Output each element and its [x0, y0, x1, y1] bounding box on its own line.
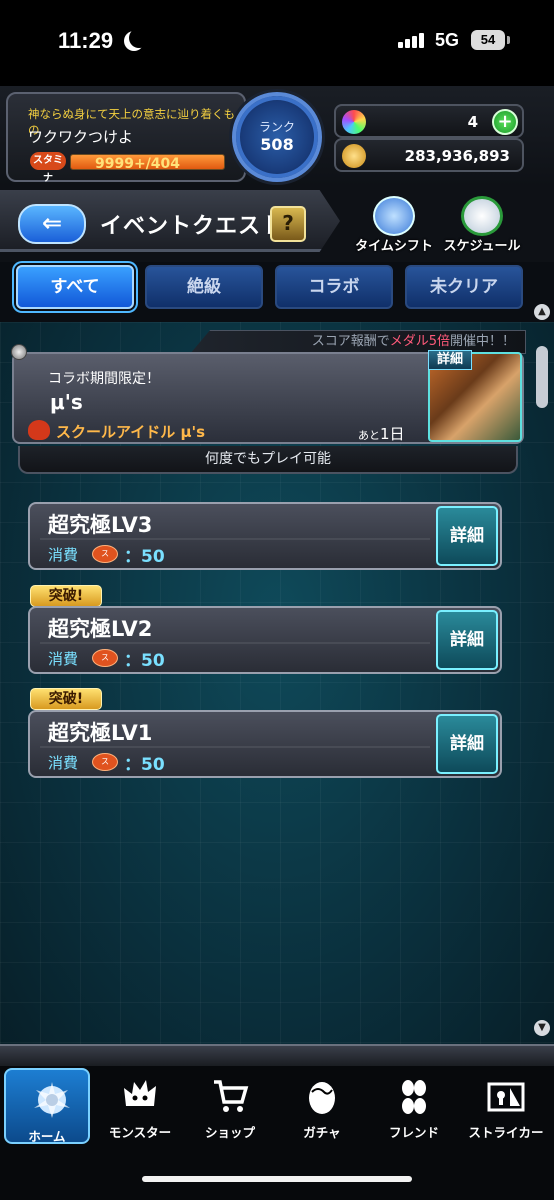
nav-monster[interactable]: モンスター — [94, 1066, 186, 1146]
pin-icon — [11, 344, 27, 360]
nav-gacha-label: ガチャ — [303, 1125, 341, 1140]
nav-home-label: ホーム — [28, 1129, 66, 1144]
nav-monster-label: モンスター — [108, 1125, 172, 1140]
orb-counter: 4 + — [334, 104, 524, 138]
quest-title: 超究極LV3 — [48, 513, 153, 537]
tab-uncleared[interactable]: 未クリア — [405, 265, 523, 309]
timeshift-icon — [373, 196, 415, 236]
back-button[interactable]: ⇐ — [18, 204, 86, 244]
stamina-value: 9999+/404 — [95, 156, 181, 172]
quest-cost-label: 消費 — [48, 754, 79, 772]
nav-home[interactable]: ホーム — [4, 1068, 90, 1144]
coin-counter: 283,936,893 — [334, 138, 524, 172]
striker-icon — [487, 1082, 525, 1112]
quest-item[interactable]: 超究極LV3 消費 ス ：50 詳細 — [28, 502, 502, 570]
quest-item[interactable]: 超究極LV1 消費 ス ：50 詳細 — [28, 710, 502, 778]
banner-prefix: スコア報酬で — [311, 334, 390, 349]
banner-highlight: メダル5倍 — [389, 334, 450, 349]
nav-striker-label: ストライカー — [468, 1125, 544, 1140]
stamina-icon: スタミナ — [30, 152, 66, 184]
time-value: 1日 — [380, 425, 405, 443]
timeshift-label: タイムシフト — [355, 239, 433, 254]
network-type: 5G — [435, 30, 460, 50]
stamina-icon: ス — [92, 545, 118, 563]
status-bar: 11:29 5G 54 — [0, 0, 554, 86]
home-indicator[interactable] — [142, 1176, 412, 1182]
signal-icon — [398, 32, 428, 48]
nav-striker[interactable]: ストライカー — [460, 1066, 552, 1146]
scroll-down-icon[interactable]: ▼ — [534, 1020, 550, 1036]
event-subtitle: コラボ期間限定！ — [48, 371, 160, 387]
coin-icon — [342, 144, 366, 168]
scroll-thumb[interactable] — [536, 346, 548, 408]
quest-divider — [40, 538, 430, 540]
event-detail-button[interactable]: 詳細 — [428, 350, 472, 370]
tab-all[interactable]: すべて — [16, 265, 134, 309]
help-button[interactable]: ? — [270, 206, 306, 242]
stamina-icon: ス — [92, 649, 118, 667]
tab-collab[interactable]: コラボ — [275, 265, 393, 309]
quest-title: 超究極LV1 — [48, 721, 153, 745]
home-icon — [34, 1082, 70, 1118]
rank-value: 508 — [260, 135, 294, 154]
quest-detail-button[interactable]: 詳細 — [436, 714, 498, 774]
banner-suffix: 開催中！！ — [449, 334, 515, 349]
gacha-egg-icon — [309, 1082, 335, 1114]
buy-orbs-button[interactable]: + — [492, 109, 518, 135]
battery-icon: 54 — [471, 30, 510, 50]
breakthrough-badge: 突破! — [30, 585, 102, 607]
status-time: 11:29 — [58, 28, 114, 53]
page-title: イベントクエスト — [100, 214, 285, 239]
nav-gacha[interactable]: ガチャ — [276, 1066, 368, 1146]
quest-cost: ：50 — [124, 651, 165, 671]
quest-divider — [40, 642, 430, 644]
nav-shop[interactable]: ショップ — [184, 1066, 276, 1146]
quest-cost: ：50 — [124, 755, 165, 775]
event-play-note: 何度でもプレイ可能 — [18, 446, 518, 474]
back-arrow-icon: ⇐ — [41, 209, 63, 237]
quest-cost-label: 消費 — [48, 546, 79, 564]
schedule-button[interactable]: スケジュール — [442, 192, 522, 258]
scroll-up-icon[interactable]: ▲ — [534, 304, 550, 320]
stamina-icon: ス — [92, 753, 118, 771]
player-name: ワクワクつけよ — [28, 128, 134, 146]
score-reward-banner: スコア報酬でメダル5倍開催中！！ — [190, 330, 526, 354]
orb-icon — [342, 110, 366, 134]
event-tag: スクールアイドル μ's — [56, 423, 206, 441]
timeshift-button[interactable]: タイムシフト — [354, 192, 434, 258]
bottom-frame — [0, 1044, 554, 1066]
quest-detail-button[interactable]: 詳細 — [436, 506, 498, 566]
quest-cost: ：50 — [124, 547, 165, 567]
event-name: μ's — [50, 390, 83, 414]
rank-badge[interactable]: ランク 508 — [232, 92, 322, 182]
friends-icon — [402, 1080, 426, 1114]
nav-friend-label: フレンド — [388, 1125, 439, 1140]
nav-friend[interactable]: フレンド — [368, 1066, 460, 1146]
quest-title: 超究極LV2 — [48, 617, 153, 641]
event-time-remaining: あと1日 — [358, 423, 405, 444]
cart-icon — [214, 1080, 249, 1112]
tab-zekkyu[interactable]: 絶級 — [145, 265, 263, 309]
quest-cost-label: 消費 — [48, 650, 79, 668]
devil-icon — [28, 420, 50, 440]
filter-tabs: すべて 絶級 コラボ 未クリア — [0, 262, 554, 322]
clock-icon — [461, 196, 503, 236]
breakthrough-badge: 突破! — [30, 688, 102, 710]
monster-icon — [124, 1080, 156, 1106]
quest-divider — [40, 746, 430, 748]
moon-icon — [129, 28, 149, 48]
quest-item[interactable]: 超究極LV2 消費 ス ：50 詳細 — [28, 606, 502, 674]
schedule-label: スケジュール — [443, 239, 521, 254]
scrollbar[interactable]: ▲ ▼ — [534, 304, 550, 1044]
time-prefix: あと — [358, 429, 380, 442]
coin-count: 283,936,893 — [404, 147, 510, 165]
orb-count: 4 — [467, 113, 478, 131]
quest-detail-button[interactable]: 詳細 — [436, 610, 498, 670]
rank-label: ランク — [258, 120, 295, 134]
nav-shop-label: ショップ — [204, 1125, 255, 1140]
